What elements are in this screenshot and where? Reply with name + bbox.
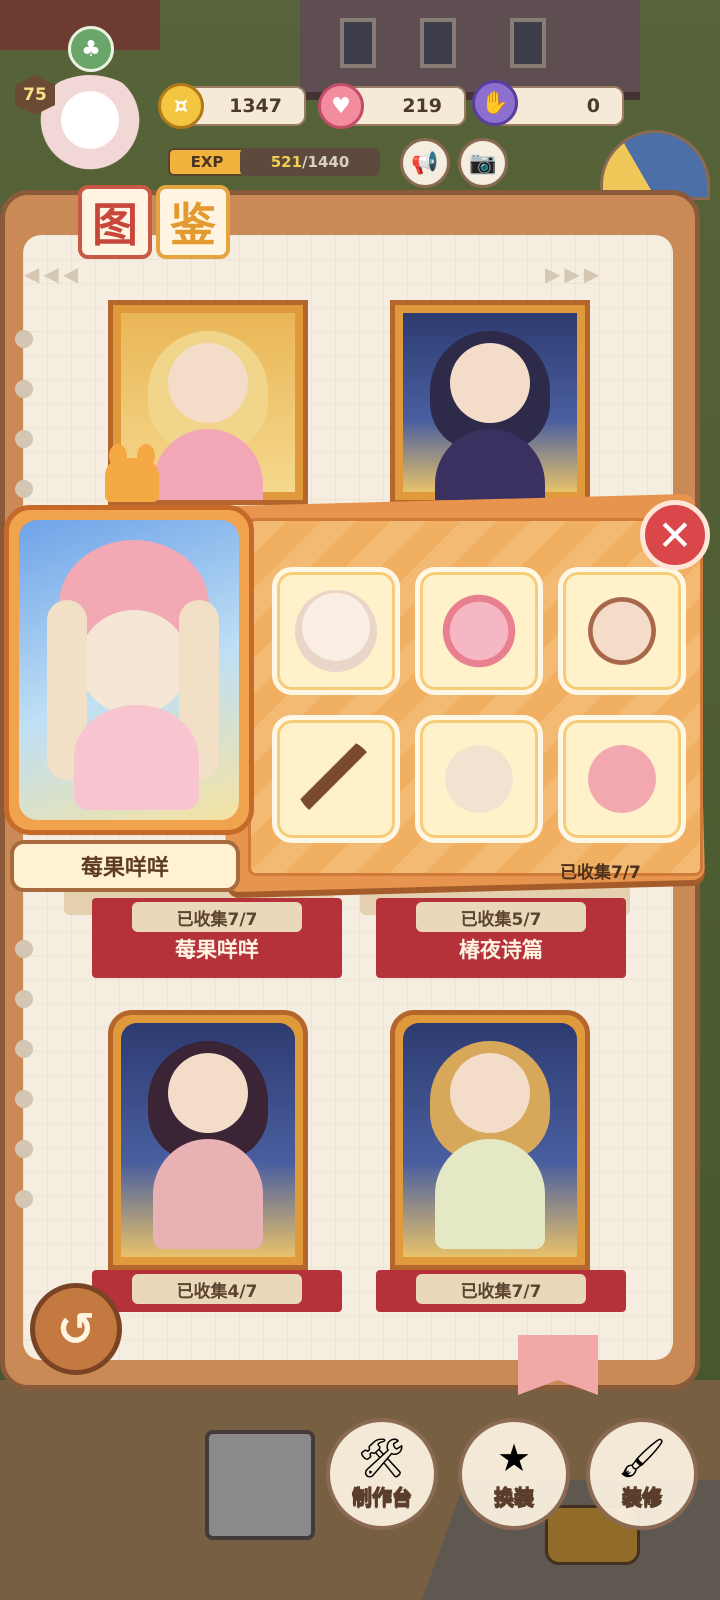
prev-page-arrow[interactable]: ◀◀◀ (24, 262, 82, 286)
card-banner: 已收集7/7 莓果咩咩 (92, 898, 342, 978)
binding-hole (15, 480, 33, 498)
camera-button[interactable]: 📷 (458, 138, 508, 188)
magic-hand-icon: ✋ (472, 80, 518, 126)
doll-figure (148, 331, 268, 500)
doll-dress (435, 1139, 545, 1249)
staff-icon (295, 738, 377, 820)
outfit-item[interactable] (558, 567, 686, 695)
popup-collection-count: 已收集7/7 (560, 863, 641, 883)
doll-dress (74, 705, 199, 810)
doll-head (168, 1053, 248, 1133)
card-banner: 已收集7/7 (376, 1270, 626, 1312)
next-page-arrow[interactable]: ▶▶▶ (545, 262, 603, 286)
decorate-label: 装修 (622, 1485, 663, 1510)
outfit-preview-card (4, 505, 254, 835)
workbench-button[interactable]: 🛠 制作台 (326, 1418, 438, 1530)
outfit-name: 椿夜诗篇 (459, 938, 543, 962)
doll-head (450, 343, 530, 423)
bonnet-icon (581, 738, 663, 820)
binding-hole (15, 940, 33, 958)
binding-hole (15, 430, 33, 448)
page-title: 图 鉴 (78, 185, 230, 259)
doll-figure (148, 1041, 268, 1253)
exp-bar: 521/1440 (240, 148, 380, 176)
card-bg (403, 1023, 577, 1257)
outfit-item[interactable] (272, 567, 400, 695)
binding-hole (15, 990, 33, 1008)
dressup-label: 换装 (494, 1485, 535, 1510)
outfit-item[interactable] (558, 715, 686, 843)
outfit-card[interactable] (390, 300, 590, 505)
camera-icon: 📷 (469, 150, 497, 176)
exp-max: /1440 (302, 153, 350, 171)
close-button[interactable]: ✕ (640, 500, 710, 570)
gem-value: 0 (586, 95, 600, 117)
doll-figure (430, 331, 550, 500)
decorate-button[interactable]: 🖌 装修 (586, 1418, 698, 1530)
binding-hole (15, 1040, 33, 1058)
collection-count: 已收集7/7 (132, 902, 302, 932)
binding-hole (15, 330, 33, 348)
outfit-card[interactable] (108, 1010, 308, 1270)
back-button[interactable]: ↺ (30, 1283, 122, 1375)
back-arrow-icon: ↺ (56, 1302, 96, 1356)
outfit-card[interactable] (390, 1010, 590, 1270)
doll-head (168, 343, 248, 423)
preview-bg (19, 520, 239, 820)
doll-figure (430, 1041, 550, 1253)
collection-count: 已收集7/7 (416, 1274, 586, 1304)
exp-current: 521 (270, 153, 303, 171)
doll-head (79, 610, 189, 715)
card-bg (403, 313, 577, 500)
dressup-icon: ★ (496, 1436, 532, 1480)
coin-value: 1347 (229, 95, 282, 117)
binding-hole (15, 1140, 33, 1158)
dress-icon (438, 590, 520, 672)
heart-icon: ♥ (318, 83, 364, 129)
announcement-button[interactable]: 📢 (400, 138, 450, 188)
doll-head (450, 1053, 530, 1133)
close-icon: ✕ (657, 510, 693, 560)
decorate-icon: 🖌 (617, 1436, 667, 1480)
outfit-name: 莓果咩咩 (175, 938, 259, 962)
outfit-item[interactable] (415, 715, 543, 843)
collection-count: 已收集4/7 (132, 1274, 302, 1304)
hair-icon (438, 738, 520, 820)
preview-outfit-name: 莓果咩咩 (10, 840, 240, 892)
collection-count: 已收集5/7 (416, 902, 586, 932)
bunny-ears-icon (105, 444, 159, 502)
card-banner: 已收集5/7 椿夜诗篇 (376, 898, 626, 978)
dressup-button[interactable]: ★ 换装 (458, 1418, 570, 1530)
workbench-icon: 🛠 (357, 1436, 407, 1480)
body-icon (581, 590, 663, 672)
megaphone-icon: 📢 (411, 150, 439, 176)
workbench-label: 制作台 (352, 1485, 413, 1510)
heart-value: 219 (402, 95, 442, 117)
binding-hole (15, 380, 33, 398)
clover-icon[interactable]: ♣ (68, 26, 114, 72)
exp-label: EXP (168, 148, 246, 176)
face-icon (295, 590, 377, 672)
outfit-item[interactable] (272, 715, 400, 843)
title-char: 鉴 (156, 185, 230, 259)
binding-hole (15, 1190, 33, 1208)
card-bg (121, 1023, 295, 1257)
binding-hole (15, 1090, 33, 1108)
outfit-item[interactable] (415, 567, 543, 695)
card-banner: 已收集4/7 (92, 1270, 342, 1312)
doll-dress (153, 1139, 263, 1249)
title-char: 图 (78, 185, 152, 259)
coin-icon: ¤ (158, 83, 204, 129)
